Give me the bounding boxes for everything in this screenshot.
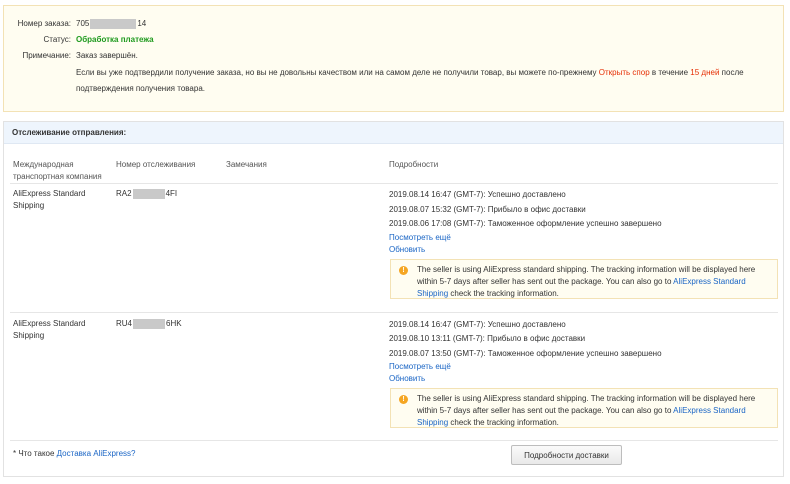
note-value: Заказ завершён. (76, 51, 138, 60)
tracking-event: 2019.08.07 15:32 (GMT-7): Прибыло в офис… (389, 205, 586, 214)
note-text-a: Если вы уже подтвердили получение заказа… (76, 68, 597, 77)
tracking-prefix: RU4 (116, 319, 133, 328)
tracking-event: 2019.08.14 16:47 (GMT-7): Успешно достав… (389, 320, 566, 329)
column-tracking-number: Номер отслеживания (116, 160, 196, 169)
view-more-link[interactable]: Посмотреть ещё (389, 232, 451, 244)
tracking-event: 2019.08.10 13:11 (GMT-7): Прибыло в офис… (389, 334, 586, 343)
status-value: Обработка платежа (76, 35, 154, 44)
notice-text: The seller is using AliExpress standard … (417, 264, 771, 300)
divider (10, 183, 778, 184)
redacted-block (132, 188, 165, 199)
order-number-label: Номер заказа: (17, 19, 71, 28)
shipping-notice: ! The seller is using AliExpress standar… (390, 259, 778, 299)
tracking-event: 2019.08.14 16:47 (GMT-7): Успешно достав… (389, 190, 566, 199)
shipment-tracking-number: RA2 4FI (116, 188, 177, 200)
refresh-link[interactable]: Обновить (389, 244, 425, 256)
redacted-block (133, 318, 166, 329)
redacted-block (90, 18, 137, 29)
column-details: Подробности (389, 160, 439, 169)
notice-text-b: check the tracking information. (450, 418, 559, 427)
status-label: Статус: (43, 35, 71, 44)
tracking-panel: Отслеживание отправления: Международная … (3, 121, 784, 477)
tracking-suffix: 4FI (165, 189, 178, 198)
shipment-tracking-number: RU4 6HK (116, 318, 182, 330)
tracking-event: 2019.08.06 17:08 (GMT-7): Таможенное офо… (389, 219, 662, 228)
order-number: 705 14 (76, 18, 146, 30)
note-line-1: Если вы уже подтвердили получение заказа… (76, 67, 744, 79)
shipping-notice: ! The seller is using AliExpress standar… (390, 388, 778, 428)
dispute-days: 15 дней (690, 68, 720, 77)
footer-text: * Что такое (13, 449, 55, 458)
note-line-2: подтверждения получения товара. (76, 84, 205, 93)
column-carrier: Международная транспортная компания (13, 160, 102, 181)
note-text-c: после (721, 68, 744, 77)
notice-text: The seller is using AliExpress standard … (417, 393, 771, 429)
footer-note: * Что такое Доставка AliExpress? (13, 448, 136, 460)
column-remarks: Замечания (226, 160, 267, 169)
note-label: Примечание: (22, 51, 71, 60)
tracking-suffix: 6HK (166, 319, 182, 328)
order-summary: Номер заказа: 705 14 Статус: Обработка пл… (3, 5, 784, 112)
info-icon: ! (399, 395, 408, 404)
shipment-carrier: AliExpress Standard Shipping (13, 319, 86, 340)
tracking-header: Отслеживание отправления: (4, 122, 783, 144)
delivery-details-button[interactable]: Подробности доставки (511, 445, 622, 465)
view-more-link[interactable]: Посмотреть ещё (389, 361, 451, 373)
shipment-carrier: AliExpress Standard Shipping (13, 189, 86, 210)
aliexpress-delivery-link[interactable]: Доставка AliExpress? (57, 449, 136, 458)
divider (10, 440, 778, 441)
note-text-b: в течение (651, 68, 689, 77)
tracking-prefix: RA2 (116, 189, 132, 198)
tracking-event: 2019.08.07 13:50 (GMT-7): Таможенное офо… (389, 349, 662, 358)
info-icon: ! (399, 266, 408, 275)
open-dispute-link[interactable]: Открыть спор (599, 68, 650, 77)
divider (10, 312, 778, 313)
order-number-prefix: 705 (76, 19, 90, 28)
refresh-link[interactable]: Обновить (389, 373, 425, 385)
order-number-suffix: 14 (137, 19, 147, 28)
notice-text-b: check the tracking information. (450, 289, 559, 298)
